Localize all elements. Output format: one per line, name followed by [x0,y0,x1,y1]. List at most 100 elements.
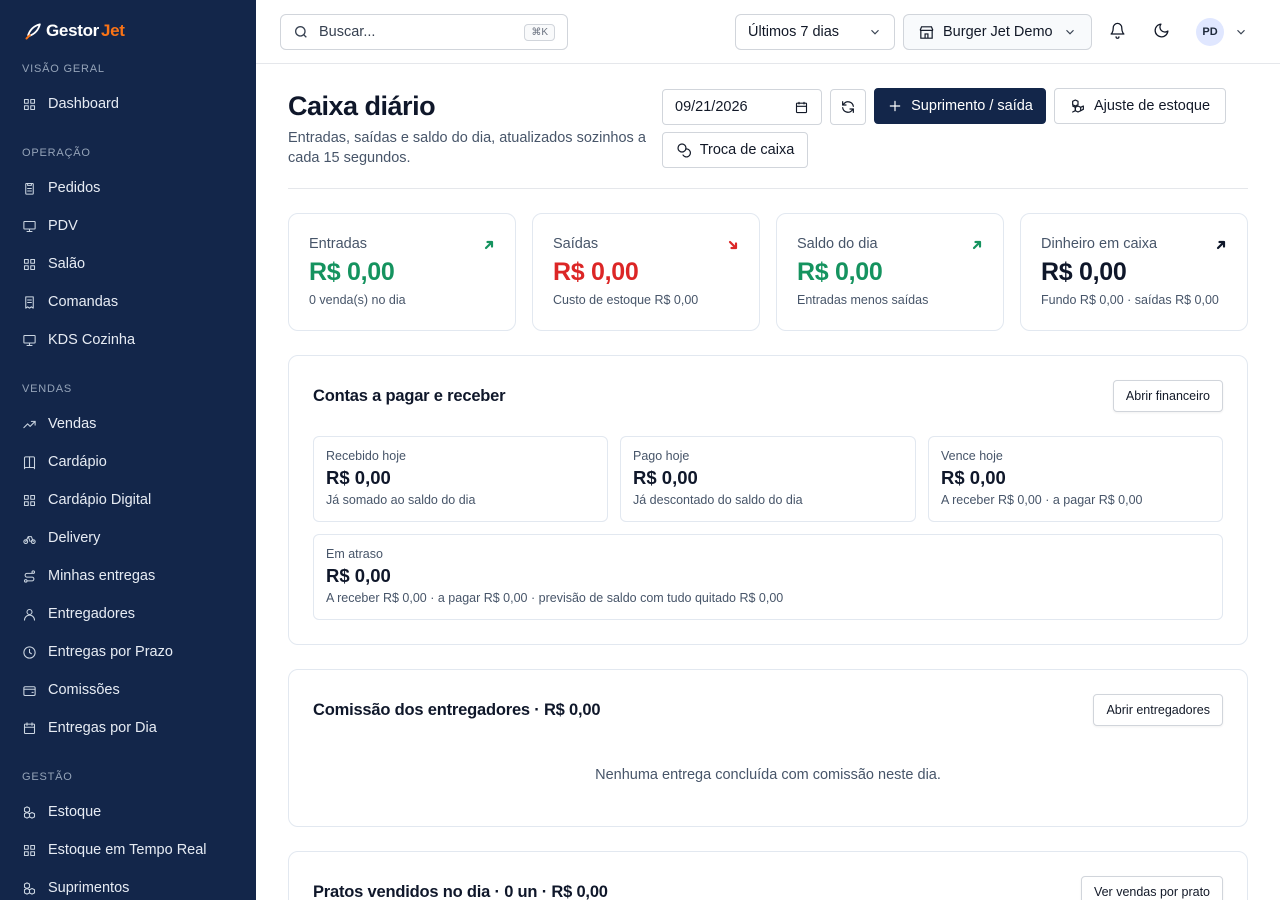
supply-button[interactable]: Suprimento / saída [874,88,1046,124]
sidebar-item-dashboard[interactable]: Dashboard [22,89,242,119]
sidebar-item-label: Vendas [48,416,97,432]
sidebar-item-label: Cardápio Digital [48,492,152,508]
cash-change-button[interactable]: Troca de caixa [662,132,808,168]
kpi-value: R$ 0,00 [797,258,883,286]
search-icon [295,26,307,38]
received-today-card: Recebido hoje R$ 0,00 Já somado ao saldo… [313,436,608,522]
monitor-icon [23,220,36,232]
search-input[interactable] [319,24,509,40]
sidebar-item-suprimentos[interactable]: Suprimentos [22,873,242,900]
notifications-button[interactable] [1109,22,1129,42]
sidebar-item-cardapio[interactable]: Cardápio [22,447,242,477]
theme-toggle-button[interactable] [1153,22,1173,42]
sidebar-item-pdv[interactable]: PDV [22,211,242,241]
sidebar-item-estoque-em-tempo-real[interactable]: Estoque em Tempo Real [22,835,242,865]
app-logo[interactable]: Gestor Jet [24,20,125,42]
calendar-icon [795,101,808,113]
refresh-icon [842,101,854,113]
open-finance-button[interactable]: Abrir financeiro [1112,380,1223,412]
stock-adjust-button-label: Ajuste de estoque [1093,98,1211,114]
open-couriers-button[interactable]: Abrir entregadores [1093,694,1223,726]
sidebar-item-pedidos[interactable]: Pedidos [22,173,242,203]
sidebar-item-label: Entregas por Prazo [48,644,173,660]
sidebar: Gestor Jet VISÃO GERAL Dashboard OPERAÇÃO Pe… [0,0,256,900]
rocket-logo-icon [25,23,41,40]
sidebar-item-delivery[interactable]: Delivery [22,523,242,553]
topbar: ⌘K Últimos 7 dias Burger Jet Demo PD [256,0,1280,64]
kpi-note: Fundo R$ 0,00 · saídas R$ 0,00 [1041,293,1219,307]
commission-card: Comissão dos entregadores · R$ 0,00 Abri… [288,669,1248,827]
date-picker-value: 09/21/2026 [675,99,748,115]
supply-button-label: Suprimento / saída [911,98,1033,114]
search-box[interactable]: ⌘K [280,14,568,50]
period-select[interactable]: Últimos 7 dias [735,14,895,50]
chevron-down-icon [871,29,879,35]
moon-icon [1154,23,1169,38]
sidebar-item-label: Comandas [48,294,119,310]
kpi-card-saldo: Saldo do dia R$ 0,00 Entradas menos saíd… [776,213,1004,331]
sidebar-item-comandas[interactable]: Comandas [22,287,242,317]
mini-value: R$ 0,00 [941,467,1006,488]
sidebar-item-label: Estoque [48,804,102,820]
kpi-note: Entradas menos saídas [797,293,929,307]
sidebar-item-label: Pedidos [48,180,101,196]
sidebar-section-title: OPERAÇÃO [22,147,91,159]
period-select-value: Últimos 7 dias [748,24,840,40]
kpi-value: R$ 0,00 [1041,258,1127,286]
sidebar-section-title: VISÃO GERAL [22,63,105,75]
sidebar-item-label: Salão [48,256,86,272]
calendar-icon [23,721,36,734]
plus-icon [889,100,901,112]
sidebar-item-entregas-por-prazo[interactable]: Entregas por Prazo [22,637,242,667]
sidebar-item-salao[interactable]: Salão [22,249,242,279]
sidebar-item-vendas[interactable]: Vendas [22,409,242,439]
bell-icon [1110,22,1125,39]
kpi-label: Dinheiro em caixa [1041,236,1158,252]
sidebar-item-comissoes[interactable]: Comissões [22,675,242,705]
kpi-label: Saldo do dia [797,236,878,252]
boxes-icon [1072,99,1084,113]
logo-text-jet: Jet [101,21,125,40]
mini-label: Pago hoje [633,449,690,463]
page-subtitle: Entradas, saídas e saldo do dia, atualiz… [288,130,646,166]
refresh-button[interactable] [830,89,866,125]
dishes-card: Pratos vendidos no dia · 0 un · R$ 0,00 … [288,851,1248,900]
route-icon [23,569,36,583]
paid-today-card: Pago hoje R$ 0,00 Já descontado do saldo… [620,436,916,522]
mini-label: Vence hoje [941,449,1003,463]
sidebar-item-estoque[interactable]: Estoque [22,797,242,827]
sidebar-item-label: Cardápio [48,454,107,470]
sidebar-section-title: GESTÃO [22,771,73,783]
arrow-up-right-icon [483,238,495,250]
sidebar-item-minhas-entregas[interactable]: Minhas entregas [22,561,242,591]
mini-label: Recebido hoje [326,449,406,463]
sidebar-item-kds-cozinha[interactable]: KDS Cozinha [22,325,242,355]
mini-note: A receber R$ 0,00 · a pagar R$ 0,00 [941,493,1143,507]
sidebar-item-label: Minhas entregas [48,568,156,584]
arrow-up-right-icon [971,238,983,250]
user-menu[interactable]: PD [1196,18,1248,46]
search-shortcut-badge: ⌘K [524,23,555,41]
store-select-value: Burger Jet Demo [943,24,1053,40]
sidebar-item-entregadores[interactable]: Entregadores [22,599,242,629]
boxes-icon [23,881,36,895]
sidebar-item-label: Estoque em Tempo Real [48,842,207,858]
sidebar-item-label: Dashboard [48,96,119,112]
clock-icon [23,645,36,659]
sidebar-item-label: Delivery [48,530,101,546]
sidebar-item-label: Comissões [48,682,120,698]
date-picker[interactable]: 09/21/2026 [662,89,822,125]
commission-empty-state: Nenhuma entrega concluída com comissão n… [595,767,941,783]
stock-adjust-button[interactable]: Ajuste de estoque [1054,88,1226,124]
user-icon [23,608,36,621]
sidebar-item-entregas-por-dia[interactable]: Entregas por Dia [22,713,242,743]
store-select[interactable]: Burger Jet Demo [903,14,1092,50]
cash-change-button-label: Troca de caixa [699,142,795,158]
trending-up-icon [23,420,36,428]
mini-note: A receber R$ 0,00 · a pagar R$ 0,00 · pr… [326,591,784,605]
sidebar-section-title: VENDAS [22,383,73,395]
book-icon [23,455,36,469]
view-sales-by-dish-button[interactable]: Ver vendas por prato [1080,876,1223,900]
sidebar-item-cardapio-digital[interactable]: Cardápio Digital [22,485,242,515]
clipboard-icon [25,182,34,195]
